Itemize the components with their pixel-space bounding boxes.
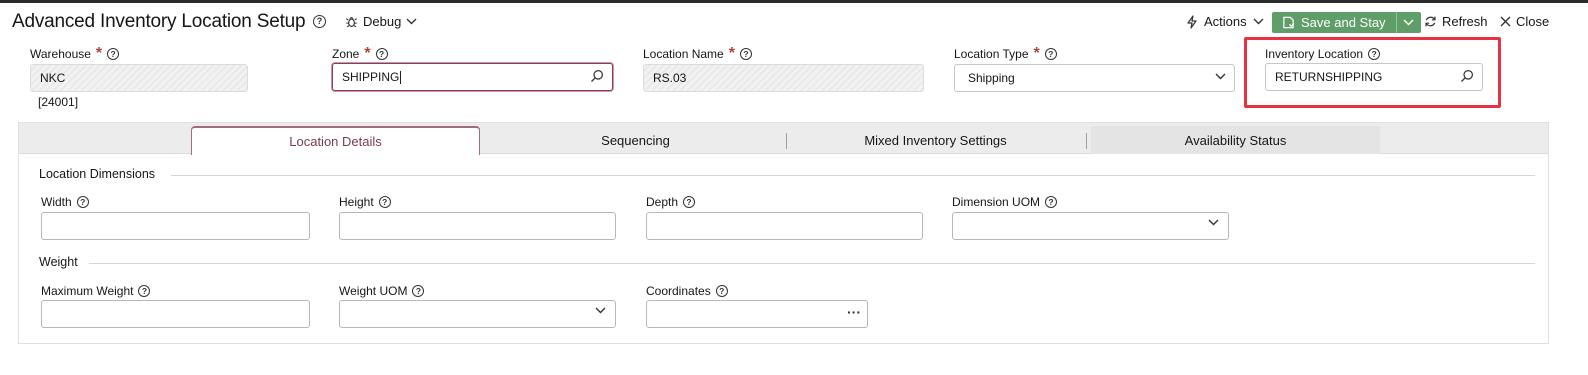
save-options-dropdown[interactable]	[1397, 12, 1421, 33]
tab-label: Sequencing	[601, 132, 670, 148]
coordinates-label-group: Coordinates ?	[646, 284, 728, 298]
zone-value: SHIPPING	[342, 70, 400, 84]
section-divider	[171, 175, 1535, 176]
help-icon[interactable]: ?	[683, 196, 696, 208]
location-name-field: RS.03	[643, 64, 924, 92]
actions-label: Actions	[1204, 14, 1247, 29]
warehouse-label: Warehouse	[30, 47, 91, 61]
required-asterisk-icon: *	[1033, 45, 1040, 62]
weight-uom-select[interactable]	[339, 300, 616, 328]
zone-input[interactable]: SHIPPING	[332, 63, 613, 91]
refresh-icon	[1424, 15, 1437, 28]
dimension-uom-label-group: Dimension UOM ?	[952, 195, 1058, 209]
tab-mixed-inventory-settings[interactable]: Mixed Inventory Settings	[789, 126, 1082, 154]
width-label: Width	[41, 195, 72, 209]
highlight-annotation-box	[1244, 37, 1501, 108]
height-label: Height	[339, 195, 374, 209]
tab-availability-status[interactable]: Availability Status	[1091, 126, 1380, 154]
help-icon[interactable]: ?	[1044, 48, 1057, 60]
height-label-group: Height ?	[339, 195, 391, 209]
weight-uom-label: Weight UOM	[339, 284, 408, 298]
close-icon	[1500, 16, 1511, 27]
weight-uom-label-group: Weight UOM ?	[339, 284, 425, 298]
width-input[interactable]	[41, 212, 310, 240]
warehouse-value: NKC	[40, 71, 66, 85]
tab-label: Availability Status	[1184, 132, 1287, 148]
required-asterisk-icon: *	[728, 45, 735, 62]
warehouse-label-group: Warehouse * ?	[30, 45, 120, 62]
help-icon[interactable]: ?	[739, 48, 752, 60]
window-top-border	[0, 0, 1588, 3]
refresh-button[interactable]: Refresh	[1424, 14, 1488, 29]
depth-label: Depth	[646, 195, 679, 209]
location-type-select[interactable]: Shipping	[954, 64, 1235, 92]
section-divider	[89, 263, 1535, 264]
max-weight-label-group: Maximum Weight ?	[41, 284, 151, 298]
chevron-down-icon	[406, 18, 417, 25]
tab-bar: Location Details Sequencing Mixed Invent…	[19, 123, 1548, 155]
actions-menu[interactable]: Actions	[1186, 14, 1264, 29]
chevron-down-icon	[1253, 18, 1264, 25]
refresh-label: Refresh	[1442, 14, 1488, 29]
dimension-uom-label: Dimension UOM	[952, 195, 1041, 209]
help-icon[interactable]: ?	[313, 15, 326, 28]
save-and-stay-label: Save and Stay	[1301, 15, 1386, 30]
required-asterisk-icon: *	[364, 45, 371, 62]
search-icon[interactable]	[590, 69, 604, 83]
help-icon[interactable]: ?	[715, 285, 728, 297]
help-icon[interactable]: ?	[375, 48, 388, 60]
help-icon[interactable]: ?	[412, 285, 425, 297]
location-dimensions-title: Location Dimensions	[39, 167, 156, 181]
tab-location-details[interactable]: Location Details	[191, 126, 480, 155]
chevron-down-icon	[1208, 219, 1219, 226]
coordinates-label: Coordinates	[646, 284, 711, 298]
location-name-value: RS.03	[653, 71, 687, 85]
text-cursor	[400, 70, 402, 84]
close-label: Close	[1516, 14, 1550, 29]
location-type-label-group: Location Type * ?	[954, 45, 1057, 62]
help-icon[interactable]: ?	[1045, 196, 1058, 208]
help-icon[interactable]: ?	[138, 285, 151, 297]
chevron-down-icon	[595, 307, 606, 314]
chevron-down-icon	[1403, 19, 1414, 26]
location-name-label: Location Name	[643, 47, 724, 61]
bug-icon	[345, 15, 358, 28]
tab-label: Mixed Inventory Settings	[864, 132, 1007, 148]
save-and-stay-button[interactable]: Save and Stay	[1272, 12, 1396, 33]
debug-label: Debug	[363, 14, 402, 29]
detail-panel: Location Details Sequencing Mixed Invent…	[18, 122, 1549, 344]
more-options-icon[interactable]: ···	[847, 304, 861, 320]
warehouse-id-text: [24001]	[38, 95, 79, 109]
help-icon[interactable]: ?	[378, 196, 391, 208]
max-weight-label: Maximum Weight	[41, 284, 134, 298]
close-button[interactable]: Close	[1500, 14, 1549, 29]
save-button-group: Save and Stay	[1272, 12, 1421, 33]
help-icon[interactable]: ?	[107, 48, 120, 60]
warehouse-field: NKC	[30, 64, 248, 92]
tab-separator	[786, 133, 787, 149]
coordinates-input[interactable]: ···	[646, 300, 868, 328]
debug-menu[interactable]: Debug	[345, 14, 417, 29]
max-weight-input[interactable]	[41, 300, 310, 328]
location-type-value: Shipping	[968, 71, 1015, 85]
zone-label: Zone	[332, 47, 360, 61]
dimension-uom-select[interactable]	[952, 212, 1229, 240]
width-label-group: Width ?	[41, 195, 89, 209]
help-icon[interactable]: ?	[76, 196, 89, 208]
lightning-icon	[1186, 14, 1198, 29]
tab-sequencing[interactable]: Sequencing	[489, 126, 782, 154]
tab-label: Location Details	[289, 134, 382, 149]
height-input[interactable]	[339, 212, 616, 240]
required-asterisk-icon: *	[95, 45, 103, 62]
weight-title: Weight	[39, 255, 78, 269]
chevron-down-icon	[1215, 73, 1226, 80]
depth-label-group: Depth ?	[646, 195, 696, 209]
zone-label-group: Zone * ?	[332, 45, 388, 62]
location-name-label-group: Location Name * ?	[643, 45, 752, 62]
page-title: Advanced Inventory Location Setup	[12, 11, 306, 32]
tab-separator	[1086, 133, 1087, 149]
location-type-label: Location Type	[954, 47, 1029, 61]
depth-input[interactable]	[646, 212, 923, 240]
save-document-icon	[1282, 16, 1295, 29]
